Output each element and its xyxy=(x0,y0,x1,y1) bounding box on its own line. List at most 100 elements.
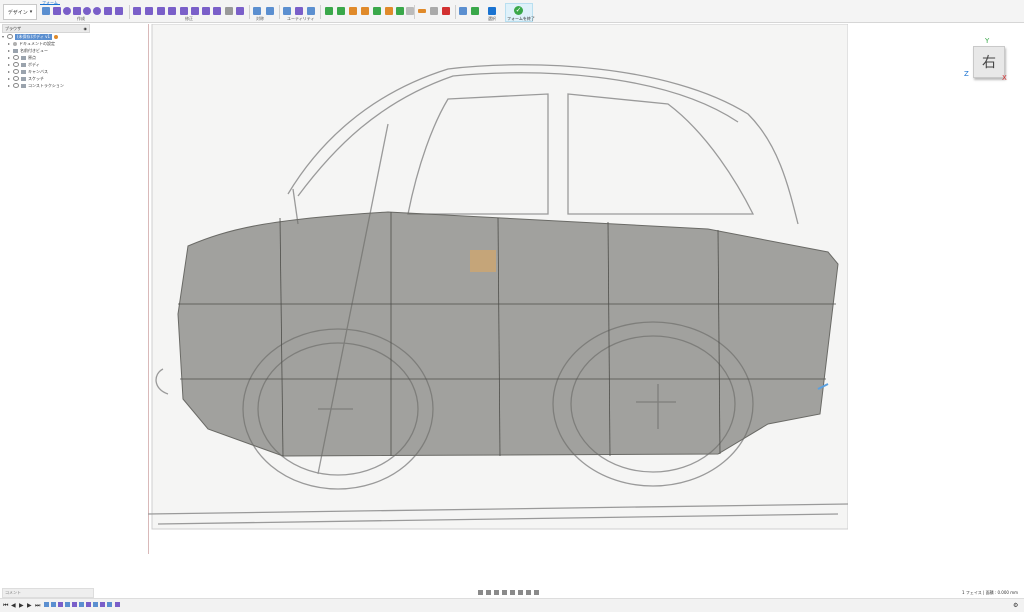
step-back-icon[interactable]: ◀ xyxy=(11,602,16,609)
timeline-feature[interactable] xyxy=(107,602,112,607)
timeline-feature[interactable] xyxy=(79,602,84,607)
zebra-icon[interactable] xyxy=(396,7,404,15)
merge-edge-icon[interactable] xyxy=(180,7,188,15)
browser-root[interactable]: ▾ (未保存)ボディ v1 xyxy=(2,33,90,40)
grid-settings-icon[interactable] xyxy=(526,590,531,595)
viewports-icon[interactable] xyxy=(534,590,539,595)
timeline-form-feature[interactable] xyxy=(115,602,120,607)
insert-mesh-icon[interactable] xyxy=(471,7,479,15)
browser-item-canvases[interactable]: ▸ キャンバス xyxy=(2,68,90,75)
plane-icon[interactable] xyxy=(63,7,71,15)
timeline-feature[interactable] xyxy=(58,602,63,607)
browser-item-origin[interactable]: ▸ 原点 xyxy=(2,54,90,61)
selected-face[interactable] xyxy=(470,250,496,272)
chevron-right-icon[interactable]: ▸ xyxy=(8,41,11,46)
canvas-viewport[interactable] xyxy=(148,24,848,554)
browser-item-sketches[interactable]: ▸ スケッチ xyxy=(2,75,90,82)
record-icon[interactable] xyxy=(54,34,59,39)
smooth-icon[interactable] xyxy=(236,7,244,15)
bridge-icon[interactable] xyxy=(191,7,199,15)
go-to-start-icon[interactable]: ⏮ xyxy=(3,602,8,610)
browser-header[interactable]: ブラウザ ◉ xyxy=(2,24,90,33)
inspect-icon[interactable] xyxy=(418,9,426,13)
timeline-feature[interactable] xyxy=(51,602,56,607)
eye-icon[interactable] xyxy=(7,34,13,39)
fit-icon[interactable] xyxy=(510,590,515,595)
browser-item-named-views[interactable]: ▸ 名前付きビュー xyxy=(2,47,90,54)
go-to-end-icon[interactable]: ⏭ xyxy=(35,602,40,610)
symmetry-group-label[interactable]: 対称 xyxy=(256,16,264,22)
browser-root-label[interactable]: (未保存)ボディ v1 xyxy=(15,33,53,40)
browser-item-construction[interactable]: ▸ コンストラクション xyxy=(2,82,90,89)
pin-icon[interactable]: ◉ xyxy=(84,26,88,31)
measure-icon[interactable] xyxy=(361,7,369,15)
curvature-icon[interactable] xyxy=(385,7,393,15)
sphere-icon[interactable] xyxy=(83,7,91,15)
construct-axis-icon[interactable] xyxy=(337,7,345,15)
chevron-right-icon[interactable]: ▸ xyxy=(8,62,11,67)
gear-icon[interactable]: ⚙ xyxy=(1013,602,1018,609)
zoom-icon[interactable] xyxy=(502,590,507,595)
flatten-icon[interactable] xyxy=(225,7,233,15)
torus-icon[interactable] xyxy=(93,7,101,15)
edit-form-icon[interactable] xyxy=(133,7,141,15)
view-cube[interactable]: 右 xyxy=(973,46,1005,78)
eye-icon[interactable] xyxy=(13,55,19,60)
eye-icon[interactable] xyxy=(13,76,19,81)
eye-icon[interactable] xyxy=(13,83,19,88)
form-body-surface[interactable] xyxy=(177,211,839,457)
insert-edge-icon[interactable] xyxy=(145,7,153,15)
play-icon[interactable]: ▶ xyxy=(19,602,24,609)
chevron-down-icon[interactable]: ▾ xyxy=(2,34,5,39)
stop-icon[interactable] xyxy=(442,7,450,15)
display-settings-icon[interactable] xyxy=(518,590,523,595)
chevron-right-icon[interactable]: ▸ xyxy=(8,48,11,53)
quadball-icon[interactable] xyxy=(104,7,112,15)
step-forward-icon[interactable]: ▶ xyxy=(27,602,32,609)
select-group-label[interactable]: 選択 xyxy=(488,16,496,22)
timeline-feature[interactable] xyxy=(86,602,91,607)
eye-icon[interactable] xyxy=(13,69,19,74)
chevron-right-icon[interactable]: ▸ xyxy=(8,83,11,88)
cylinder-icon[interactable] xyxy=(73,7,81,15)
timeline-feature[interactable] xyxy=(72,602,77,607)
chevron-right-icon[interactable]: ▸ xyxy=(8,55,11,60)
pipe-icon[interactable] xyxy=(115,7,123,15)
insert-point-icon[interactable] xyxy=(168,7,176,15)
finish-form-button[interactable]: ✓ フォームを終了 xyxy=(505,3,535,22)
select-icon[interactable] xyxy=(488,7,496,15)
construct-point-icon[interactable] xyxy=(349,7,357,15)
eye-icon[interactable] xyxy=(13,62,19,67)
timeline-feature[interactable] xyxy=(44,602,49,607)
orbit-icon[interactable] xyxy=(478,590,483,595)
pan-icon[interactable] xyxy=(494,590,499,595)
box-icon[interactable] xyxy=(53,7,61,15)
weld-vertices-icon[interactable] xyxy=(213,7,221,15)
construct-plane-icon[interactable] xyxy=(325,7,333,15)
insert-canvas-icon[interactable] xyxy=(459,7,467,15)
circular-symmetry-icon[interactable] xyxy=(266,7,274,15)
view-cube-face-right[interactable]: 右 xyxy=(982,52,996,72)
convert-icon[interactable] xyxy=(295,7,303,15)
browser-item-document-settings[interactable]: ▸ ドキュメントの設定 xyxy=(2,40,90,47)
tab-form[interactable]: フォーム xyxy=(40,0,60,5)
browser-item-bodies[interactable]: ▸ ボディ xyxy=(2,61,90,68)
timeline-feature[interactable] xyxy=(93,602,98,607)
mirror-internal-icon[interactable] xyxy=(253,7,261,15)
workspace-switcher[interactable]: デザイン ▾ xyxy=(3,4,37,20)
interference-icon[interactable] xyxy=(373,7,381,15)
timeline-feature[interactable] xyxy=(65,602,70,607)
chevron-right-icon[interactable]: ▸ xyxy=(8,69,11,74)
comments-panel[interactable]: コメント xyxy=(2,588,94,598)
chevron-right-icon[interactable]: ▸ xyxy=(8,76,11,81)
fill-hole-icon[interactable] xyxy=(202,7,210,15)
enable-better-performance-icon[interactable] xyxy=(307,7,315,15)
timeline-feature[interactable] xyxy=(100,602,105,607)
create-group-label[interactable]: 作成 xyxy=(77,16,85,22)
subdivide-icon[interactable] xyxy=(157,7,165,15)
repair-body-icon[interactable] xyxy=(283,7,291,15)
look-at-icon[interactable] xyxy=(486,590,491,595)
utilities-group-label[interactable]: ユーティリティ xyxy=(287,16,315,22)
create-sketch-icon[interactable] xyxy=(42,7,50,15)
draft-analysis-icon[interactable] xyxy=(406,7,414,15)
